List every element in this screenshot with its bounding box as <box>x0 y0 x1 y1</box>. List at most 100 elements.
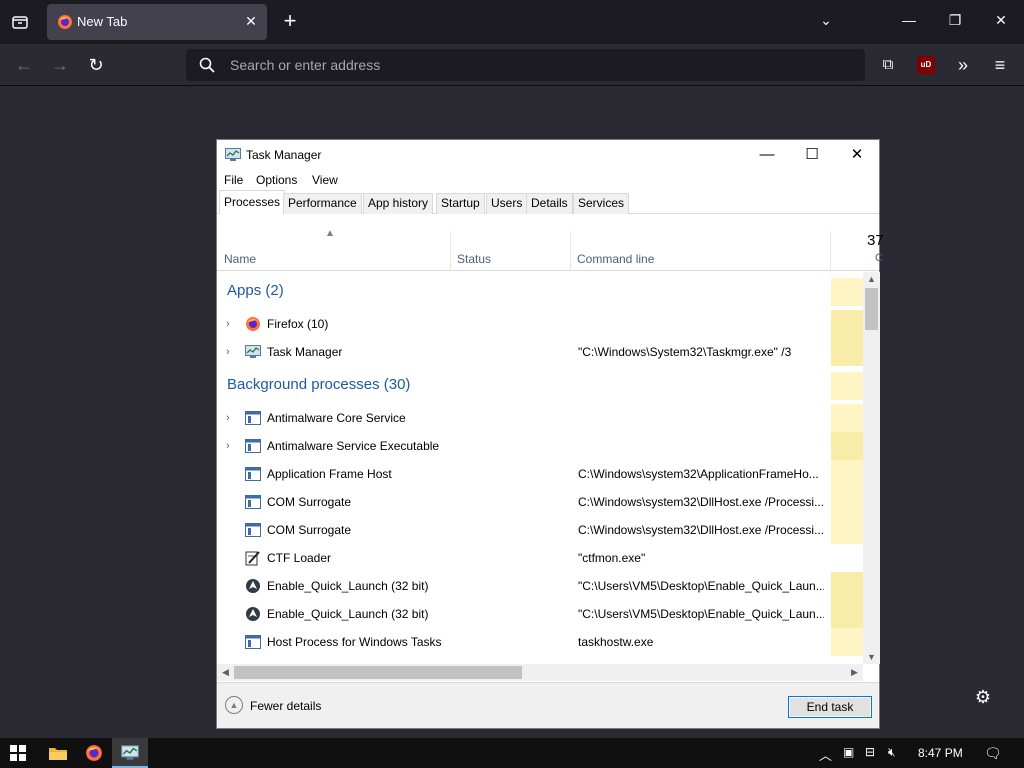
table-row[interactable]: CTF Loader "ctfmon.exe" <box>217 544 863 572</box>
chevron-up-icon[interactable]: ▲ <box>225 696 243 714</box>
task-manager-taskbar-button[interactable] <box>112 738 148 768</box>
service-window-icon <box>245 495 261 509</box>
clock[interactable]: 8:47 PM <box>918 746 963 760</box>
process-name: Antimalware Service Executable <box>267 439 440 453</box>
tab-strip: Processes Performance App history Startu… <box>217 190 879 214</box>
process-name: Enable_Quick_Launch (32 bit) <box>267 607 429 621</box>
close-button[interactable]: ✕ <box>847 146 867 164</box>
address-bar[interactable] <box>186 49 865 81</box>
back-button[interactable]: ← <box>12 54 36 76</box>
process-name: Enable_Quick_Launch (32 bit) <box>267 579 429 593</box>
maximize-button[interactable]: ☐ <box>802 146 822 164</box>
table-row[interactable]: COM Surrogate C:\Windows\system32\DllHos… <box>217 488 863 516</box>
table-row[interactable]: Enable_Quick_Launch (32 bit) "C:\Users\V… <box>217 600 863 628</box>
expand-chevron-icon[interactable]: › <box>226 411 236 425</box>
expand-chevron-icon[interactable]: › <box>226 345 236 359</box>
reload-button[interactable]: ↻ <box>84 54 108 76</box>
menu-options[interactable]: Options <box>256 173 297 187</box>
close-browser-button[interactable]: ✕ <box>991 12 1011 29</box>
table-row[interactable]: › Firefox (10) <box>217 310 863 338</box>
tab-details[interactable]: Details <box>526 193 573 214</box>
process-command-line: taskhostw.exe <box>578 635 654 649</box>
restore-browser-button[interactable]: ❐ <box>945 12 965 29</box>
process-name: Task Manager <box>267 345 343 359</box>
start-button[interactable] <box>0 738 36 768</box>
tab-services[interactable]: Services <box>573 193 630 214</box>
scroll-up-icon[interactable]: ▲ <box>863 272 880 286</box>
firefox-icon <box>86 745 102 761</box>
column-command-line[interactable]: Command line <box>571 231 831 271</box>
vertical-scroll-thumb[interactable] <box>865 288 878 330</box>
table-row[interactable]: Application Frame Host C:\Windows\system… <box>217 460 863 488</box>
firefox-icon <box>246 317 260 331</box>
tab-startup[interactable]: Startup <box>436 193 485 214</box>
table-row[interactable]: Host Process for Windows Tasks taskhostw… <box>217 628 863 656</box>
horizontal-scrollbar[interactable]: ◀ ▶ <box>217 664 863 681</box>
task-manager-title-bar[interactable]: Task Manager — ☐ ✕ <box>217 140 879 170</box>
column-status[interactable]: Status <box>451 231 571 271</box>
table-row[interactable]: › Task Manager "C:\Windows\System32\Task… <box>217 338 863 366</box>
chevron-up-tray-icon[interactable]: ︿ <box>819 745 832 764</box>
extensions-icon[interactable]: ⧉ <box>876 54 900 76</box>
cpu-cell <box>831 372 863 400</box>
service-window-icon <box>245 523 261 537</box>
horizontal-scroll-thumb[interactable] <box>234 666 522 679</box>
task-manager-window: Task Manager — ☐ ✕ File Options View Pro… <box>216 139 884 729</box>
menu-bar: File Options View <box>217 171 879 189</box>
tab-list-icon <box>12 16 28 29</box>
end-task-button[interactable]: End task <box>788 696 872 718</box>
process-name: CTF Loader <box>267 551 332 565</box>
new-tab-button[interactable]: + <box>280 10 300 32</box>
forward-button[interactable]: → <box>48 54 72 76</box>
column-name[interactable]: Name <box>217 231 451 271</box>
table-row[interactable]: › Antimalware Core Service <box>217 404 863 432</box>
launch-icon <box>246 607 260 621</box>
column-command-line-label: Command line <box>577 252 655 266</box>
minimize-browser-button[interactable]: — <box>899 12 919 28</box>
gear-icon[interactable]: ⚙ <box>974 688 992 706</box>
process-name: Application Frame Host <box>267 467 392 481</box>
process-name: Antimalware Core Service <box>267 411 406 425</box>
cpu-cell <box>831 628 863 656</box>
ublock-origin-icon[interactable]: uD <box>917 56 935 74</box>
task-manager-icon <box>121 745 139 760</box>
scroll-down-icon[interactable]: ▼ <box>863 650 880 664</box>
address-input[interactable] <box>230 49 830 81</box>
volume-muted-icon[interactable]: 🔇︎ <box>888 745 896 760</box>
firefox-taskbar-button[interactable] <box>76 738 112 768</box>
tab-app-history[interactable]: App history <box>363 193 434 214</box>
column-name-label: Name <box>224 252 257 266</box>
table-row[interactable]: Enable_Quick_Launch (32 bit) "C:\Users\V… <box>217 572 863 600</box>
tablet-icon[interactable]: ▣ <box>843 745 854 759</box>
cpu-cell <box>831 488 863 516</box>
cpu-percent-header[interactable]: 37 <box>867 232 884 249</box>
expand-chevron-icon[interactable]: › <box>226 439 236 453</box>
minimize-button[interactable]: — <box>757 146 777 164</box>
cpu-cell <box>831 460 863 488</box>
tab-processes[interactable]: Processes <box>219 190 286 214</box>
notifications-icon[interactable]: 🗨︎ <box>984 745 1002 762</box>
more-tools-icon[interactable]: » <box>951 54 975 76</box>
table-row[interactable]: › Antimalware Service Executable <box>217 432 863 460</box>
service-window-icon <box>245 411 261 425</box>
scroll-right-icon[interactable]: ▶ <box>846 664 863 681</box>
table-row[interactable]: COM Surrogate C:\Windows\system32\DllHos… <box>217 516 863 544</box>
app-menu-icon[interactable]: ≡ <box>988 54 1012 76</box>
file-explorer-button[interactable] <box>40 738 76 768</box>
process-command-line: C:\Windows\system32\ApplicationFrameHo..… <box>578 467 819 481</box>
cpu-cell <box>831 600 863 628</box>
menu-view[interactable]: View <box>312 173 338 187</box>
vertical-scrollbar[interactable]: ▲ ▼ <box>863 272 880 664</box>
expand-chevron-icon[interactable]: › <box>226 317 236 331</box>
scroll-left-icon[interactable]: ◀ <box>217 664 234 681</box>
close-tab-icon[interactable]: ✕ <box>243 13 259 29</box>
network-icon[interactable]: ⊟ <box>865 745 875 759</box>
menu-file[interactable]: File <box>224 173 243 187</box>
tab-performance[interactable]: Performance <box>283 193 362 214</box>
tab-list-button[interactable] <box>8 10 32 34</box>
list-all-tabs-icon[interactable]: ⌄ <box>816 12 836 29</box>
tab-users[interactable]: Users <box>486 193 528 214</box>
fewer-details-link[interactable]: Fewer details <box>250 699 321 713</box>
service-window-icon <box>245 635 261 649</box>
browser-tab[interactable]: New Tab ✕ <box>47 4 267 40</box>
